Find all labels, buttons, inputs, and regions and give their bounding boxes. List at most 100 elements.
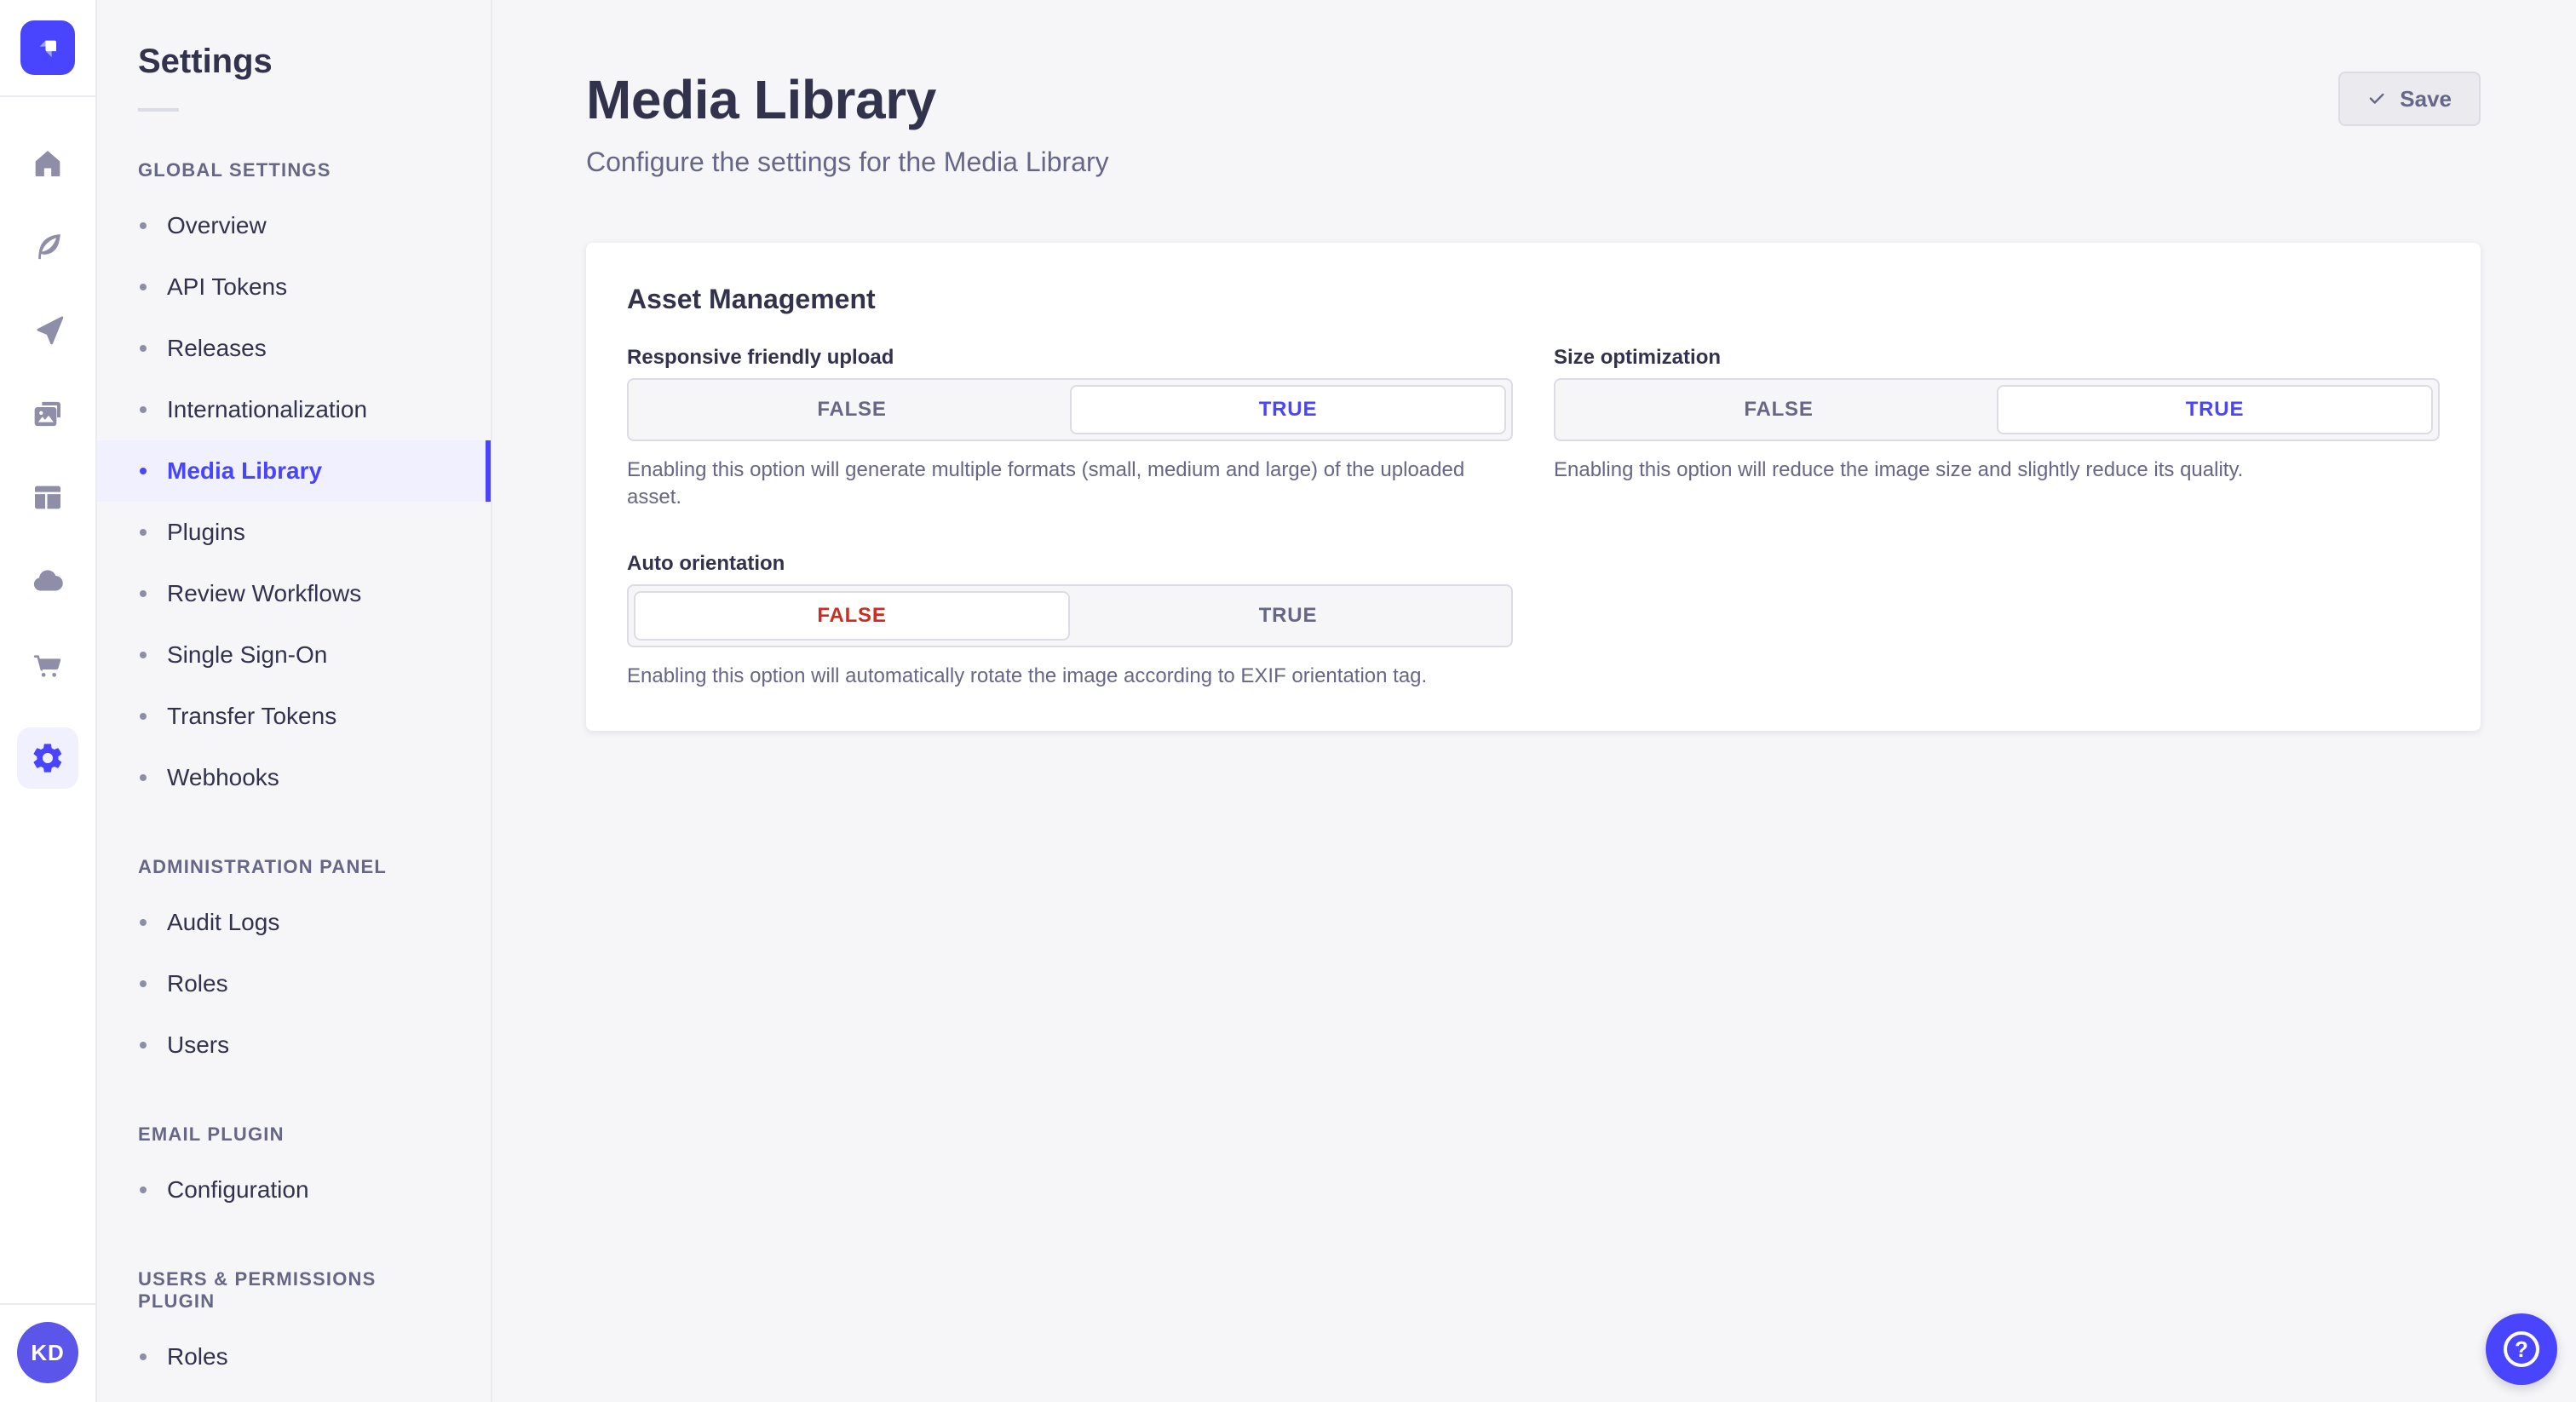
- sidebar-item-webhooks[interactable]: Webhooks: [97, 747, 491, 808]
- section-administration-panel: ADMINISTRATION PANEL Audit Logs Roles Us…: [97, 842, 491, 1076]
- sidebar-item-label: Roles: [167, 1343, 228, 1370]
- sidebar-item-releases[interactable]: Releases: [97, 318, 491, 379]
- toggle-option-false[interactable]: FALSE: [634, 591, 1070, 641]
- strapi-logo-icon: [39, 40, 56, 58]
- sidebar-item-review-workflows[interactable]: Review Workflows: [97, 563, 491, 624]
- bullet-icon: [140, 774, 147, 781]
- layout-icon[interactable]: [27, 477, 68, 518]
- field-hint: Enabling this option will reduce the ima…: [1554, 458, 2244, 481]
- save-button-label: Save: [2400, 85, 2452, 112]
- sidebar-item-label: Webhooks: [167, 764, 279, 790]
- home-icon[interactable]: [27, 143, 68, 184]
- toggle-option-true[interactable]: TRUE: [1070, 591, 1506, 641]
- sidebar-item-label: Overview: [167, 212, 267, 238]
- bullet-icon: [140, 590, 147, 597]
- field-label: Responsive friendly upload: [627, 346, 894, 369]
- size-optimization-toggle: FALSE TRUE: [1554, 378, 2440, 441]
- bullet-icon: [140, 919, 147, 926]
- toggle-option-true[interactable]: TRUE: [1070, 385, 1506, 434]
- bullet-icon: [140, 345, 147, 352]
- section-label: USERS & PERMISSIONS PLUGIN: [138, 1268, 377, 1312]
- field-size-optimization: Size optimization FALSE TRUE Enabling th…: [1554, 346, 2440, 511]
- toggle-option-false[interactable]: FALSE: [1561, 385, 1997, 434]
- sidebar-item-label: API Tokens: [167, 273, 288, 300]
- sidebar-item-label: Releases: [167, 335, 267, 361]
- page-title-block: Media Library Configure the settings for…: [586, 68, 1109, 178]
- bullet-icon: [140, 222, 147, 229]
- section-label: ADMINISTRATION PANEL: [138, 856, 388, 877]
- paper-plane-icon[interactable]: [27, 310, 68, 351]
- responsive-friendly-upload-toggle: FALSE TRUE: [627, 378, 1513, 441]
- feather-icon[interactable]: [27, 227, 68, 267]
- sidebar-item-label: Roles: [167, 970, 228, 997]
- settings-sidebar: Settings GLOBAL SETTINGS Overview API To…: [97, 0, 492, 1402]
- cloud-icon[interactable]: [27, 560, 68, 601]
- user-avatar[interactable]: KD: [17, 1322, 78, 1383]
- asset-management-card: Asset Management Responsive friendly upl…: [586, 243, 2481, 731]
- sidebar-item-transfer-tokens[interactable]: Transfer Tokens: [97, 686, 491, 747]
- sidebar-item-label: Single Sign-On: [167, 641, 328, 668]
- rail-logo-area: [0, 0, 95, 97]
- strapi-logo[interactable]: [20, 20, 75, 75]
- bullet-icon: [140, 529, 147, 536]
- bullet-icon: [140, 284, 147, 290]
- save-button[interactable]: Save: [2338, 72, 2481, 126]
- main-content: Media Library Configure the settings for…: [492, 0, 2576, 1402]
- page-title: Media Library: [586, 69, 936, 130]
- check-icon: [2370, 93, 2384, 104]
- bullet-icon: [140, 1187, 147, 1193]
- field-hint: Enabling this option will automatically …: [627, 664, 1428, 687]
- sidebar-item-label: Audit Logs: [167, 909, 280, 935]
- page-header: Media Library Configure the settings for…: [586, 68, 2481, 178]
- bullet-icon: [140, 713, 147, 720]
- section-label: GLOBAL SETTINGS: [138, 159, 331, 181]
- field-auto-orientation: Auto orientation FALSE TRUE Enabling thi…: [627, 552, 1513, 690]
- sidebar-item-up-providers[interactable]: Providers: [97, 1388, 491, 1402]
- bullet-icon: [140, 1042, 147, 1049]
- field-label: Auto orientation: [627, 552, 785, 575]
- auto-orientation-toggle: FALSE TRUE: [627, 584, 1513, 647]
- sidebar-divider: [138, 108, 179, 112]
- sidebar-item-label: Media Library: [167, 457, 323, 484]
- section-label: EMAIL PLUGIN: [138, 1123, 285, 1145]
- sidebar-item-label: Plugins: [167, 519, 245, 545]
- sidebar-item-label: Review Workflows: [167, 580, 362, 606]
- section-global-settings: GLOBAL SETTINGS Overview API Tokens Rele…: [97, 146, 491, 808]
- sidebar-item-admin-roles[interactable]: Roles: [97, 953, 491, 1014]
- strapi-admin-app: KD Settings GLOBAL SETTINGS Overview API…: [0, 0, 2576, 1402]
- rail-nav: [17, 97, 78, 1303]
- toggle-option-false[interactable]: FALSE: [634, 385, 1070, 434]
- sidebar-item-api-tokens[interactable]: API Tokens: [97, 256, 491, 318]
- field-responsive-friendly-upload: Responsive friendly upload FALSE TRUE En…: [627, 346, 1513, 511]
- section-email-plugin: EMAIL PLUGIN Configuration: [97, 1110, 491, 1221]
- sidebar-item-overview[interactable]: Overview: [97, 195, 491, 256]
- bullet-icon: [140, 980, 147, 987]
- sidebar-item-plugins[interactable]: Plugins: [97, 502, 491, 563]
- sidebar-title: Settings: [138, 43, 273, 80]
- sidebar-item-internationalization[interactable]: Internationalization: [97, 379, 491, 440]
- sidebar-item-media-library[interactable]: Media Library: [97, 440, 491, 502]
- icon-rail: KD: [0, 0, 97, 1402]
- bullet-icon: [140, 1353, 147, 1360]
- sidebar-item-up-roles[interactable]: Roles: [97, 1326, 491, 1388]
- sidebar-item-label: Configuration: [167, 1176, 309, 1203]
- sidebar-item-admin-users[interactable]: Users: [97, 1014, 491, 1076]
- section-users-permissions-plugin: USERS & PERMISSIONS PLUGIN Roles Provide…: [97, 1255, 491, 1402]
- fields-grid: Responsive friendly upload FALSE TRUE En…: [627, 346, 2440, 690]
- media-pictures-icon[interactable]: [27, 394, 68, 434]
- sidebar-item-single-sign-on[interactable]: Single Sign-On: [97, 624, 491, 686]
- question-mark-icon: ?: [2504, 1331, 2539, 1367]
- toggle-option-true[interactable]: TRUE: [1997, 385, 2433, 434]
- help-button[interactable]: ?: [2486, 1313, 2557, 1385]
- sidebar-item-label: Internationalization: [167, 396, 368, 422]
- sidebar-item-audit-logs[interactable]: Audit Logs: [97, 892, 491, 953]
- field-hint: Enabling this option will generate multi…: [627, 458, 1465, 509]
- sidebar-item-email-configuration[interactable]: Configuration: [97, 1159, 491, 1221]
- card-title: Asset Management: [627, 284, 876, 314]
- field-label: Size optimization: [1554, 346, 1722, 369]
- cart-icon[interactable]: [27, 644, 68, 685]
- bullet-icon: [140, 406, 147, 413]
- sidebar-item-label: Users: [167, 1031, 230, 1058]
- page-subtitle: Configure the settings for the Media Lib…: [586, 147, 1109, 177]
- settings-gear-active-tile[interactable]: [17, 727, 78, 789]
